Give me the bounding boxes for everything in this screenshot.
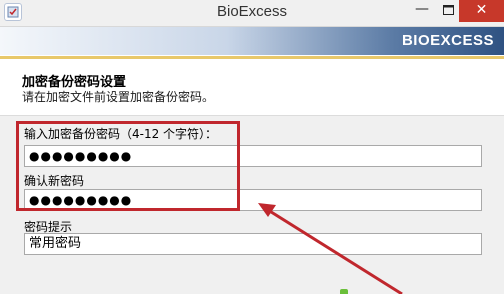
decorative-mark: [340, 289, 348, 294]
annotation-arrow-icon: [258, 203, 403, 294]
